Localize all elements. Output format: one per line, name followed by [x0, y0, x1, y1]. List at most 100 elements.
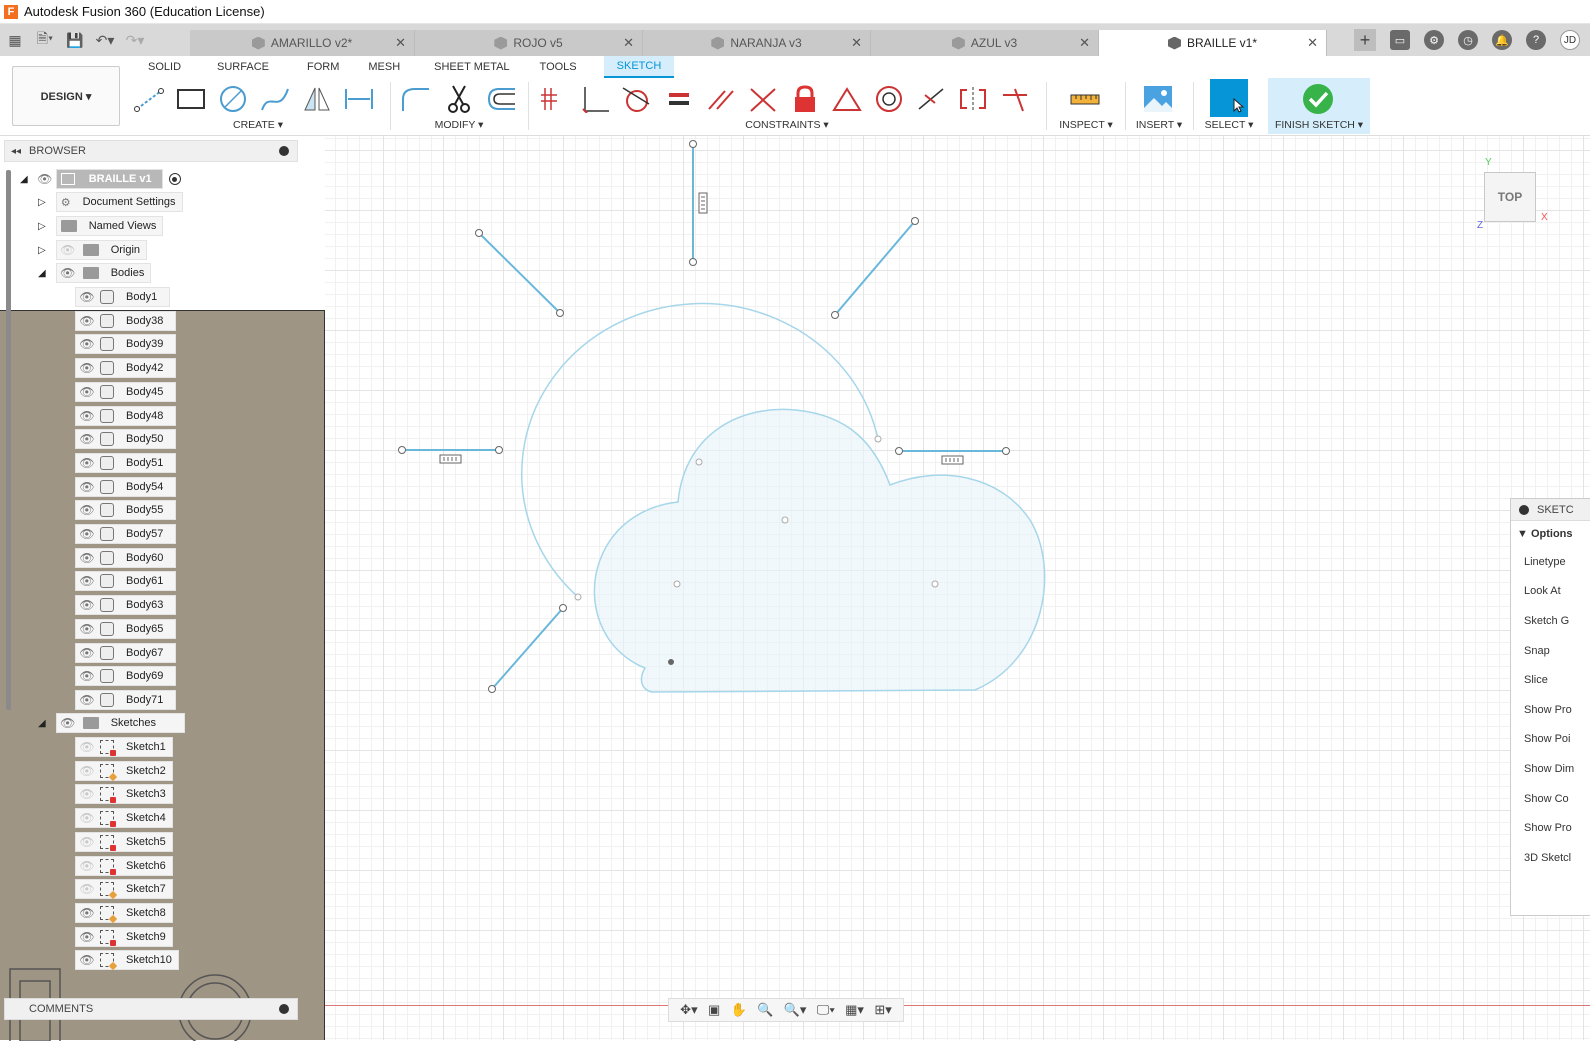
palette-item-snap[interactable]: Snap	[1511, 636, 1590, 666]
visibility-eye-icon[interactable]: 👁	[79, 337, 94, 351]
visibility-eye-icon[interactable]: 👁	[79, 456, 94, 470]
body-row[interactable]: 👁 Body61	[75, 571, 177, 592]
hidden-eye-icon[interactable]: 👁	[79, 787, 94, 801]
expanded-caret-icon[interactable]: ◢	[38, 718, 46, 729]
body-row[interactable]: 👁 Body45	[75, 381, 177, 402]
add-comment-icon[interactable]	[279, 1004, 289, 1014]
palette-item-show-dimensions[interactable]: Show Dim	[1511, 754, 1590, 784]
body-row[interactable]: 👁 Body51	[75, 452, 177, 473]
sketch-row[interactable]: 👁 Sketch7	[75, 879, 173, 900]
body-row[interactable]: 👁 Body57	[75, 524, 177, 544]
sketches-folder-node[interactable]: 👁 Sketches	[55, 713, 185, 733]
bodies-folder-node[interactable]: 👁 Bodies	[55, 263, 152, 283]
palette-item-slice[interactable]: Slice	[1511, 665, 1590, 695]
palette-item-show-points[interactable]: Show Poi	[1511, 725, 1590, 755]
hidden-eye-icon[interactable]: 👁	[79, 811, 94, 825]
visibility-eye-icon[interactable]: 👁	[79, 314, 94, 328]
visibility-eye-icon[interactable]: 👁	[79, 361, 94, 375]
visibility-eye-icon[interactable]: 👁	[37, 172, 52, 186]
body-node[interactable]: 👁 Body55	[75, 500, 177, 521]
body-row[interactable]: 👁 Body67	[75, 642, 177, 663]
body-node[interactable]: 👁 Body45	[75, 381, 177, 402]
hidden-eye-icon[interactable]: 👁	[79, 882, 94, 896]
sketch-node[interactable]: 👁 Sketch6	[75, 855, 173, 876]
visibility-eye-icon[interactable]: 👁	[79, 906, 94, 920]
body-row[interactable]: 👁 Body55	[75, 500, 177, 521]
tree-sketches-folder[interactable]: ◢ 👁 Sketches	[38, 713, 185, 733]
tree-bodies-folder[interactable]: ◢ 👁 Bodies	[38, 263, 152, 283]
visibility-eye-icon[interactable]: 👁	[79, 693, 94, 707]
sketch-row[interactable]: 👁 Sketch2	[75, 760, 173, 781]
body-row[interactable]: 👁 Body54	[75, 476, 177, 497]
sketch-node[interactable]: 👁 Sketch9	[75, 926, 173, 947]
palette-item-sketch-grid[interactable]: Sketch G	[1511, 606, 1590, 636]
body-row[interactable]: 👁 Body65	[75, 618, 177, 639]
origin-node[interactable]: 👁 Origin	[55, 240, 148, 260]
hidden-eye-icon[interactable]: 👁	[79, 764, 94, 778]
named-views-node[interactable]: Named Views	[55, 216, 164, 236]
expanded-caret-icon[interactable]: ◢	[20, 174, 28, 185]
body-node[interactable]: 👁 Body69	[75, 666, 177, 687]
sketch-row[interactable]: 👁 Sketch3	[75, 784, 173, 805]
visibility-eye-icon[interactable]: 👁	[79, 527, 94, 541]
browser-collapse-icon[interactable]	[279, 146, 289, 156]
palette-item-look-at[interactable]: Look At	[1511, 577, 1590, 607]
palette-item-show-profile[interactable]: Show Pro	[1511, 695, 1590, 725]
body-node[interactable]: 👁 Body63	[75, 595, 177, 616]
body-node[interactable]: 👁 Body38	[75, 310, 177, 331]
body-row[interactable]: 👁 Body42	[75, 358, 177, 379]
grid-settings-icon[interactable]: ▦▾	[845, 1002, 864, 1018]
sketch-node[interactable]: 👁 Sketch3	[75, 784, 173, 805]
palette-item-show-constraints[interactable]: Show Co	[1511, 784, 1590, 814]
sketch-node[interactable]: 👁 Sketch7	[75, 879, 173, 900]
sketch-node[interactable]: 👁 Sketch2	[75, 760, 173, 781]
collapse-icon[interactable]	[1519, 504, 1529, 515]
pan-hand-icon[interactable]: ✋	[731, 1002, 747, 1018]
hidden-eye-icon[interactable]: 👁	[79, 740, 94, 754]
visibility-eye-icon[interactable]: 👁	[79, 409, 94, 423]
body-node[interactable]: 👁 Body71	[75, 689, 177, 710]
palette-item-linetype[interactable]: Linetype	[1511, 547, 1590, 577]
sketch-node[interactable]: 👁 Sketch10	[75, 950, 179, 971]
zoom-icon[interactable]: 🔍	[757, 1002, 773, 1018]
sketch-row[interactable]: 👁 Sketch4	[75, 808, 173, 829]
visibility-eye-icon[interactable]: 👁	[79, 480, 94, 494]
body-node[interactable]: 👁 Body48	[75, 405, 177, 426]
collapse-panel-icon[interactable]: ◂◂	[11, 146, 21, 157]
visibility-eye-icon[interactable]: 👁	[79, 574, 94, 588]
body-node[interactable]: 👁 Body65	[75, 618, 177, 639]
body-node[interactable]: 👁 Body39	[75, 334, 177, 355]
body-node[interactable]: 👁 Body51	[75, 452, 177, 473]
visibility-eye-icon[interactable]: 👁	[79, 551, 94, 565]
body-row[interactable]: 👁 Body48	[75, 405, 177, 426]
visibility-eye-icon[interactable]: 👁	[79, 622, 94, 636]
visibility-eye-icon[interactable]: 👁	[79, 953, 94, 967]
body-node[interactable]: 👁 Body60	[75, 547, 177, 568]
body-row[interactable]: 👁 Body50	[75, 429, 177, 450]
comments-panel[interactable]: COMMENTS	[4, 998, 298, 1020]
expanded-caret-icon[interactable]: ◢	[38, 268, 46, 279]
body-node[interactable]: 👁 Body50	[75, 429, 177, 450]
sketch-row[interactable]: 👁 Sketch8	[75, 902, 173, 923]
orbit-icon[interactable]: ✥▾	[680, 1002, 697, 1018]
visibility-eye-icon[interactable]: 👁	[60, 266, 75, 280]
hidden-eye-icon[interactable]: 👁	[79, 859, 94, 873]
body-node[interactable]: 👁 Body61	[75, 571, 177, 592]
tree-origin[interactable]: ▷ 👁 Origin	[38, 240, 148, 260]
visibility-eye-icon[interactable]: 👁	[79, 503, 94, 517]
sketch-row[interactable]: 👁 Sketch10	[75, 950, 179, 971]
visibility-eye-icon[interactable]: 👁	[60, 716, 75, 730]
look-at-icon[interactable]: ▣	[708, 1002, 720, 1018]
fit-zoom-icon[interactable]: 🔍▾	[784, 1002, 807, 1018]
viewports-icon[interactable]: ⊞▾	[874, 1002, 891, 1018]
body-node[interactable]: 👁 Body42	[75, 358, 177, 379]
sketch-node[interactable]: 👁 Sketch4	[75, 808, 173, 829]
visibility-eye-icon[interactable]: 👁	[79, 646, 94, 660]
palette-item-3d-sketch[interactable]: 3D Sketcl	[1511, 843, 1590, 873]
body-node[interactable]: 👁 Body54	[75, 476, 177, 497]
sketch-row[interactable]: 👁 Sketch9	[75, 926, 173, 947]
document-settings-node[interactable]: ⚙ Document Settings	[55, 192, 183, 212]
tree-named-views[interactable]: ▷ Named Views	[38, 216, 164, 236]
body-node[interactable]: 👁 Body67	[75, 642, 177, 663]
body-row[interactable]: 👁 Body39	[75, 334, 177, 355]
